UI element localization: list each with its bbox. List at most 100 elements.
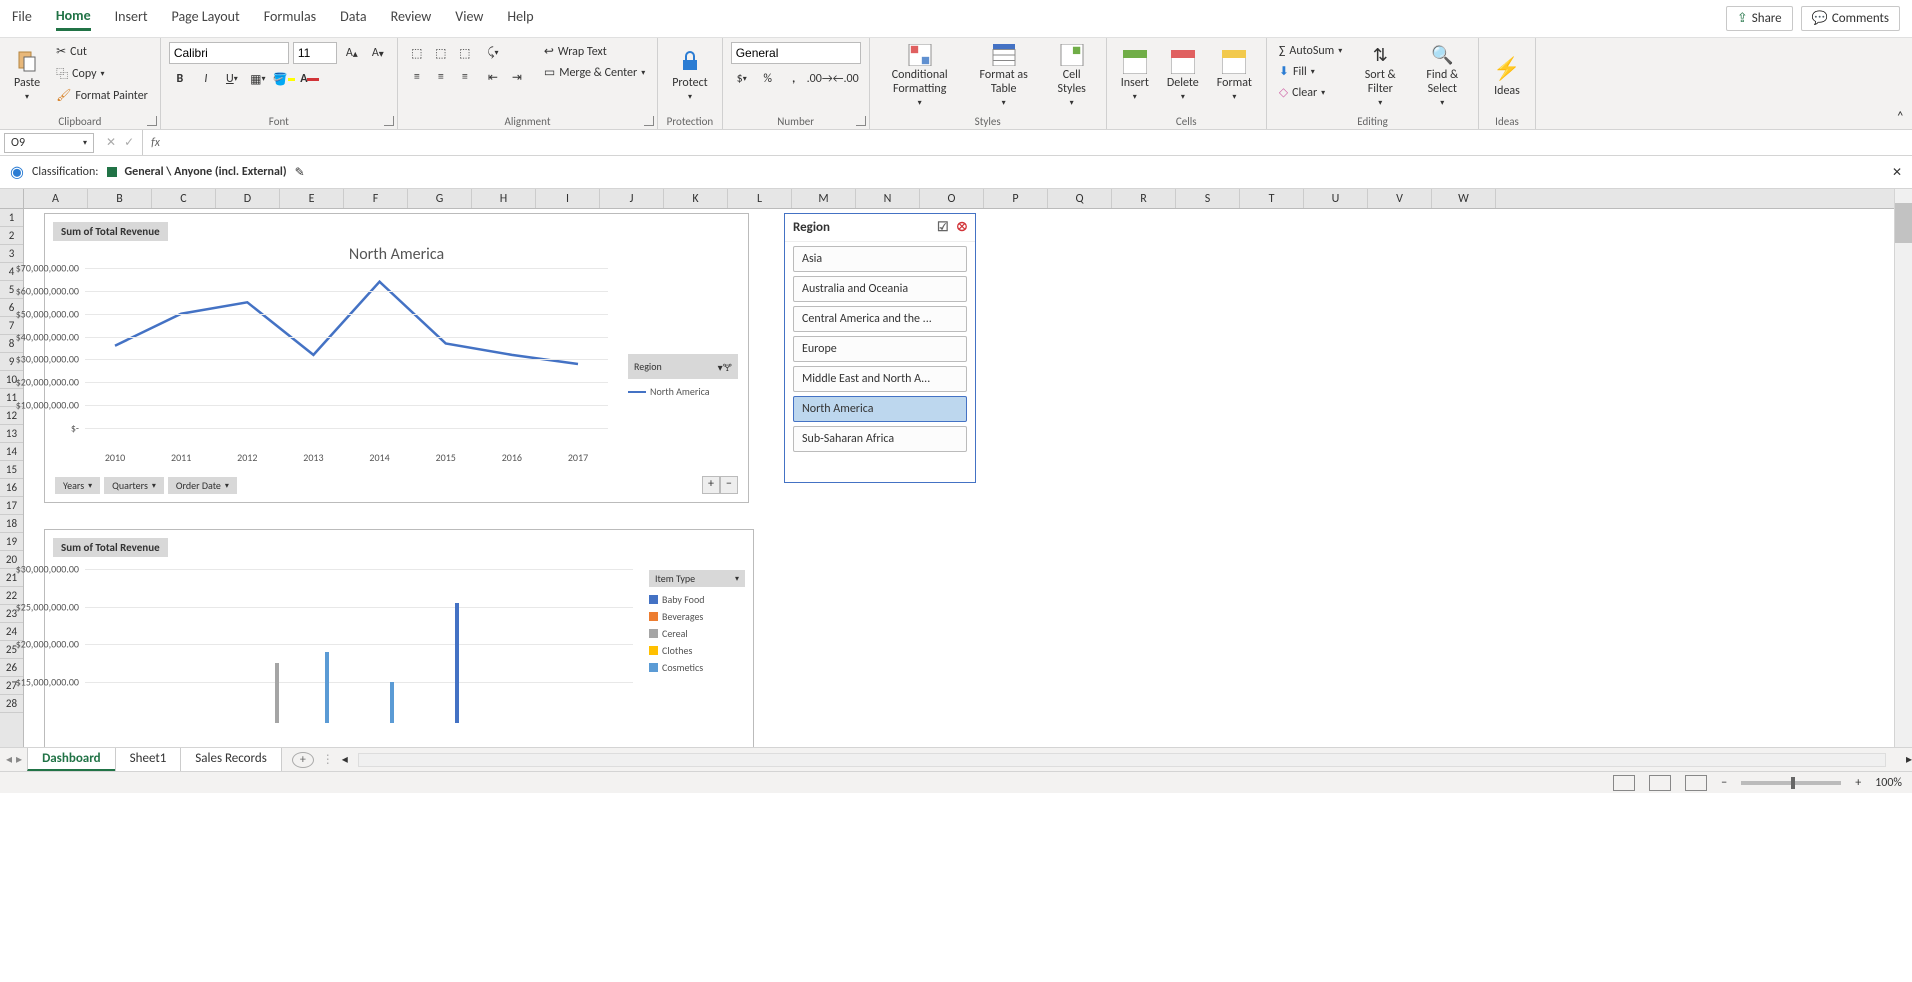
percent-button[interactable]: % (757, 68, 779, 90)
column-header[interactable]: M (792, 189, 856, 208)
zoom-in-button[interactable]: + (1855, 776, 1861, 790)
column-header[interactable]: H (472, 189, 536, 208)
column-header[interactable]: G (408, 189, 472, 208)
tab-file[interactable]: File (12, 8, 32, 29)
collapse-button[interactable]: − (720, 476, 738, 494)
tab-review[interactable]: Review (391, 8, 432, 29)
column-header[interactable]: I (536, 189, 600, 208)
row-header[interactable]: 14 (0, 443, 23, 461)
align-top-button[interactable]: ⬚ (406, 42, 428, 64)
align-right-button[interactable]: ≡ (454, 66, 476, 88)
select-all-button[interactable] (0, 189, 24, 209)
dialog-launcher-icon[interactable] (384, 116, 394, 126)
currency-button[interactable]: $ ▾ (731, 68, 753, 90)
row-header[interactable]: 17 (0, 497, 23, 515)
legend-filter-region[interactable]: Region▾🝖 (628, 354, 738, 379)
pivot-chart-line[interactable]: Sum of Total Revenue North America $-$10… (44, 213, 749, 503)
row-header[interactable]: 1 (0, 209, 23, 227)
legend-filter-itemtype[interactable]: Item Type▾ (649, 570, 745, 587)
insert-cells-button[interactable]: Insert▾ (1115, 42, 1155, 110)
row-header[interactable]: 16 (0, 479, 23, 497)
column-header[interactable]: R (1112, 189, 1176, 208)
column-header[interactable]: L (728, 189, 792, 208)
increase-indent-button[interactable]: ⇥ (506, 66, 528, 88)
cut-button[interactable]: ✂Cut (52, 42, 152, 61)
filter-orderdate[interactable]: Order Date▾ (168, 477, 237, 494)
sheet-nav-prev[interactable]: ◂ (6, 752, 12, 767)
name-box[interactable]: O9▾ (4, 133, 94, 153)
increase-font-button[interactable]: A▴ (341, 42, 363, 64)
merge-center-button[interactable]: ▭Merge & Center ▾ (540, 63, 649, 82)
format-as-table-button[interactable]: Format as Table▾ (968, 42, 1040, 110)
filter-years[interactable]: Years▾ (55, 477, 100, 494)
share-button[interactable]: ⇪Share (1726, 6, 1793, 31)
column-header[interactable]: T (1240, 189, 1304, 208)
sheet-nav-next[interactable]: ▸ (16, 752, 22, 767)
find-select-button[interactable]: 🔍Find & Select▾ (1414, 42, 1470, 110)
ideas-button[interactable]: ⚡Ideas (1487, 42, 1526, 110)
slicer-item[interactable]: Middle East and North A... (793, 366, 967, 392)
column-header[interactable]: V (1368, 189, 1432, 208)
edit-classification-button[interactable]: ✎ (295, 165, 305, 180)
borders-button[interactable]: ▦ ▾ (247, 68, 269, 90)
column-header[interactable]: A (24, 189, 88, 208)
column-header[interactable]: P (984, 189, 1048, 208)
close-classification-button[interactable]: ✕ (1892, 165, 1902, 180)
comments-button[interactable]: 💬Comments (1801, 6, 1900, 31)
column-header[interactable]: D (216, 189, 280, 208)
cancel-formula-icon[interactable]: ✕ (106, 135, 116, 150)
hscroll-right[interactable]: ▸ (1906, 752, 1912, 767)
tab-formulas[interactable]: Formulas (264, 8, 316, 29)
slicer-item[interactable]: Sub-Saharan Africa (793, 426, 967, 452)
row-header[interactable]: 19 (0, 533, 23, 551)
slicer-item[interactable]: Asia (793, 246, 967, 272)
paste-button[interactable]: Paste▾ (8, 42, 46, 110)
chart-field-badge[interactable]: Sum of Total Revenue (53, 538, 168, 557)
column-header[interactable]: C (152, 189, 216, 208)
column-header[interactable]: E (280, 189, 344, 208)
copy-button[interactable]: ⿻Copy ▾ (52, 63, 152, 84)
fx-icon[interactable]: fx (143, 136, 168, 150)
protect-button[interactable]: Protect▾ (666, 42, 713, 110)
align-left-button[interactable]: ≡ (406, 66, 428, 88)
formula-input[interactable] (168, 130, 1912, 155)
align-middle-button[interactable]: ⬚ (430, 42, 452, 64)
column-header[interactable]: Q (1048, 189, 1112, 208)
row-header[interactable]: 2 (0, 227, 23, 245)
cell-styles-button[interactable]: Cell Styles▾ (1046, 42, 1098, 110)
align-bottom-button[interactable]: ⬚ (454, 42, 476, 64)
decrease-indent-button[interactable]: ⇤ (482, 66, 504, 88)
column-header[interactable]: J (600, 189, 664, 208)
page-layout-view-button[interactable] (1649, 775, 1671, 791)
tab-help[interactable]: Help (507, 8, 533, 29)
normal-view-button[interactable] (1613, 775, 1635, 791)
fill-color-button[interactable]: 🪣 (273, 68, 295, 90)
slicer-item[interactable]: North America (793, 396, 967, 422)
decrease-font-button[interactable]: A▾ (367, 42, 389, 64)
clear-button[interactable]: ◇Clear ▾ (1275, 83, 1346, 102)
bold-button[interactable]: B (169, 68, 191, 90)
column-header[interactable]: K (664, 189, 728, 208)
fill-button[interactable]: ⬇Fill ▾ (1275, 62, 1346, 81)
zoom-slider[interactable] (1741, 781, 1841, 785)
tab-pagelayout[interactable]: Page Layout (172, 8, 240, 29)
enter-formula-icon[interactable]: ✓ (124, 135, 134, 150)
conditional-formatting-button[interactable]: Conditional Formatting▾ (878, 42, 962, 110)
comma-button[interactable]: , (783, 68, 805, 90)
orientation-button[interactable]: ⤹▾ (482, 42, 504, 64)
italic-button[interactable]: I (195, 68, 217, 90)
dialog-launcher-icon[interactable] (856, 116, 866, 126)
tab-data[interactable]: Data (340, 8, 366, 29)
add-sheet-button[interactable]: + (292, 752, 314, 768)
column-header[interactable]: O (920, 189, 984, 208)
zoom-out-button[interactable]: − (1721, 776, 1727, 790)
tab-view[interactable]: View (455, 8, 483, 29)
multiselect-icon[interactable]: ☑ (937, 220, 949, 235)
format-painter-button[interactable]: 🖌Format Painter (52, 86, 152, 105)
font-name-select[interactable] (169, 42, 289, 64)
slicer-item[interactable]: Central America and the ... (793, 306, 967, 332)
pivot-chart-bar[interactable]: Sum of Total Revenue $15,000,000.00$20,0… (44, 529, 754, 747)
slicer-region[interactable]: Region ☑ ⮾ AsiaAustralia and OceaniaCent… (784, 213, 976, 483)
column-header[interactable]: W (1432, 189, 1496, 208)
decrease-decimal-button[interactable]: ←.00 (835, 68, 857, 90)
